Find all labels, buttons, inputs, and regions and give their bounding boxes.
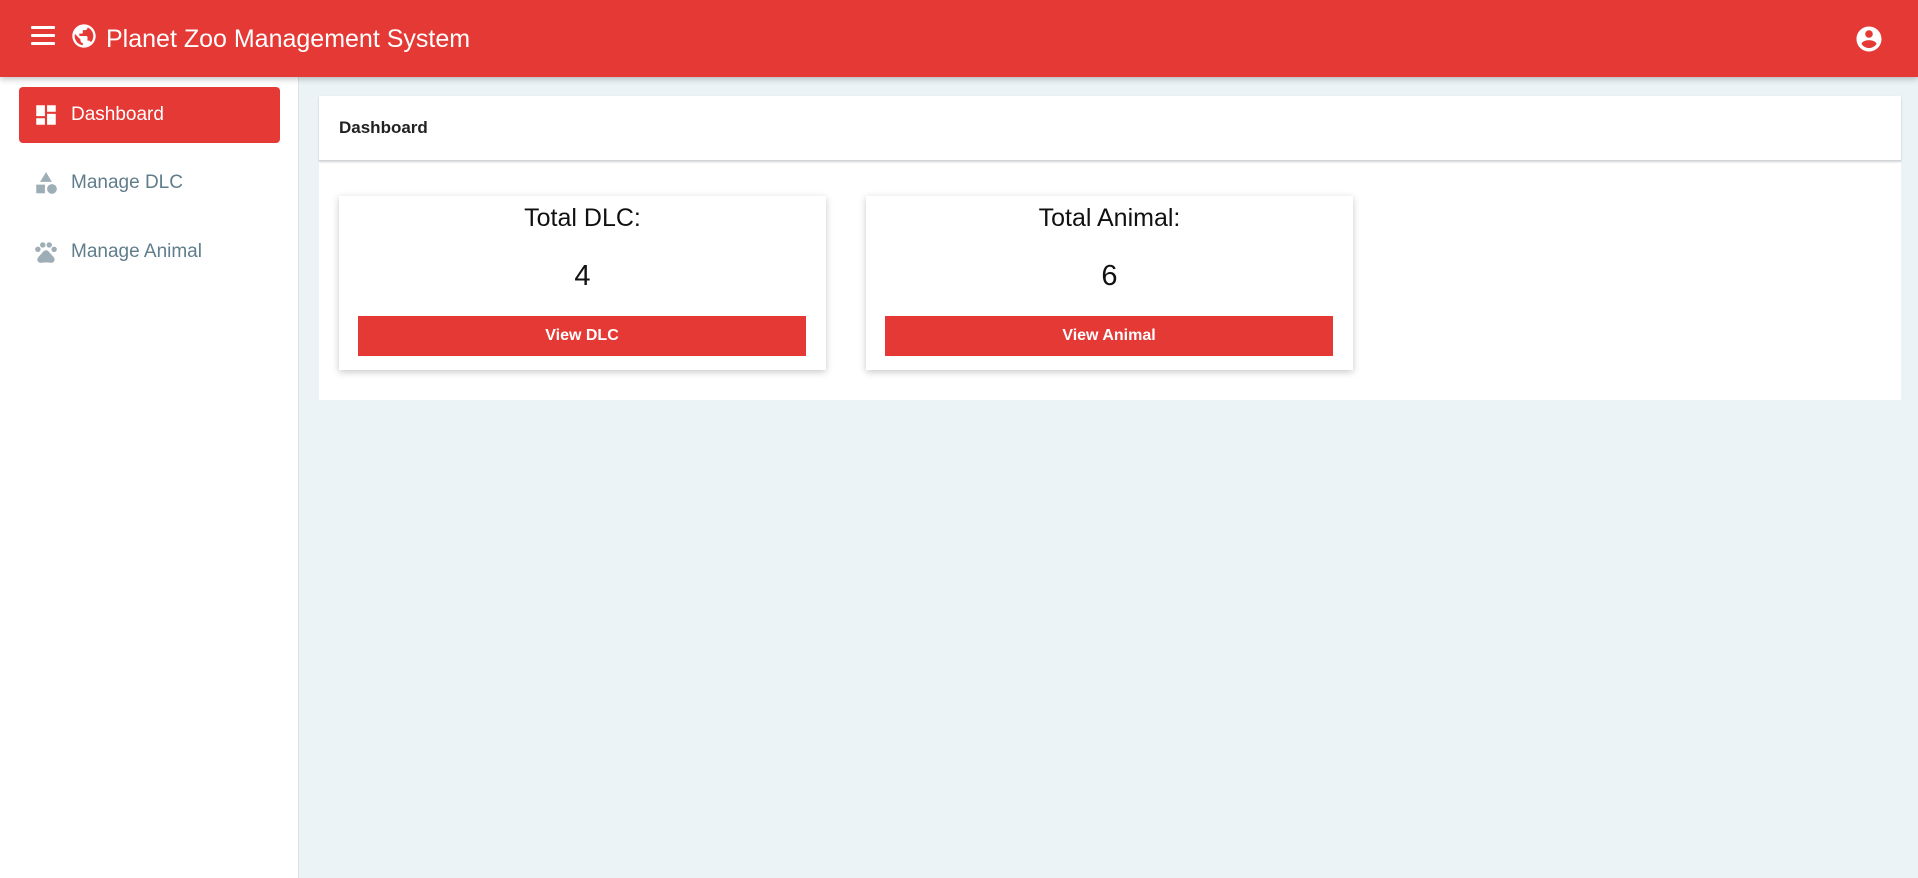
shapes-icon <box>36 172 57 194</box>
sidebar-item-label: Manage DLC <box>71 172 183 193</box>
sidebar-item-label: Manage Animal <box>71 241 202 262</box>
view-animal-button[interactable]: View Animal <box>885 316 1333 356</box>
dashboard-icon <box>36 105 56 125</box>
sidebar-item-manage-animal[interactable]: Manage Animal <box>19 224 280 280</box>
account-circle-icon[interactable] <box>1854 24 1884 54</box>
panel-header: Dashboard <box>319 96 1901 161</box>
app-title: Planet Zoo Management System <box>106 25 471 53</box>
total-dlc-card: Total DLC: 4 View DLC <box>339 196 826 370</box>
view-dlc-button[interactable]: View DLC <box>358 316 806 356</box>
globe-icon <box>72 24 96 48</box>
sidebar-item-label: Dashboard <box>71 104 164 125</box>
total-animal-card: Total Animal: 6 View Animal <box>866 196 1353 370</box>
total-dlc-label: Total DLC: <box>524 204 641 232</box>
page-title: Dashboard <box>339 118 428 137</box>
hamburger-menu-icon[interactable] <box>30 26 56 50</box>
total-dlc-value: 4 <box>574 260 591 292</box>
dashboard-panel: Dashboard Total DLC: 4 View DLC Total An… <box>319 96 1901 400</box>
total-animal-label: Total Animal: <box>1038 204 1181 232</box>
total-animal-value: 6 <box>1101 260 1118 292</box>
sidebar-item-manage-dlc[interactable]: Manage DLC <box>19 155 280 211</box>
sidebar: Dashboard Manage DLC Manage Animal <box>0 77 299 878</box>
paw-icon <box>35 242 57 263</box>
sidebar-item-dashboard[interactable]: Dashboard <box>19 87 280 143</box>
top-app-bar: Planet Zoo Management System <box>0 0 1918 77</box>
